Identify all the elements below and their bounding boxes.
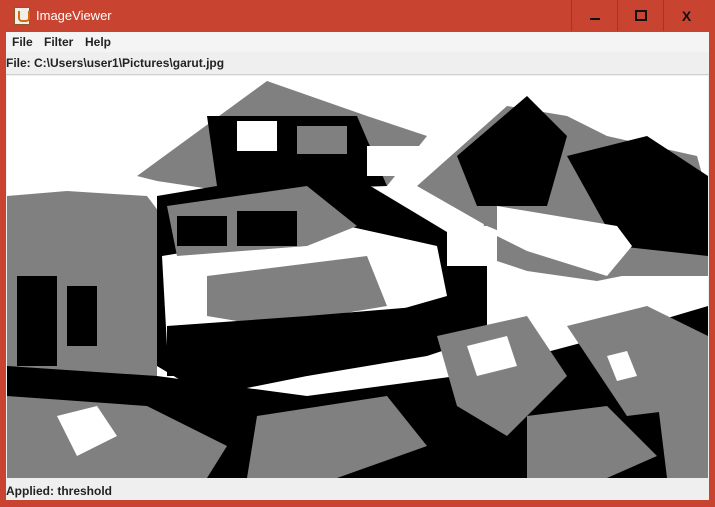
close-button[interactable]: X [663, 0, 709, 31]
window-title: ImageViewer [36, 8, 112, 23]
threshold-image [7, 76, 708, 478]
status-label: Applied: threshold [6, 484, 112, 498]
menu-bar: File Filter Help [6, 32, 709, 52]
divider [6, 74, 709, 75]
title-bar[interactable]: ImageViewer X [0, 0, 715, 32]
maximize-icon [634, 10, 647, 21]
menu-filter[interactable]: Filter [44, 35, 73, 49]
maximize-button[interactable] [617, 0, 663, 31]
minimize-icon [589, 17, 600, 20]
menu-file[interactable]: File [12, 35, 33, 49]
window-bottom-border [0, 500, 715, 507]
window-client-area: File Filter Help File: C:\Users\user1\Pi… [6, 32, 709, 500]
file-path-label: File: C:\Users\user1\Pictures\garut.jpg [6, 56, 225, 70]
minimize-button[interactable] [571, 0, 617, 31]
image-display [7, 76, 708, 478]
app-window: ImageViewer X File Filter Help File: C:\… [0, 0, 715, 507]
menu-help[interactable]: Help [85, 35, 111, 49]
java-app-icon [14, 7, 30, 25]
close-icon: X [681, 7, 692, 24]
